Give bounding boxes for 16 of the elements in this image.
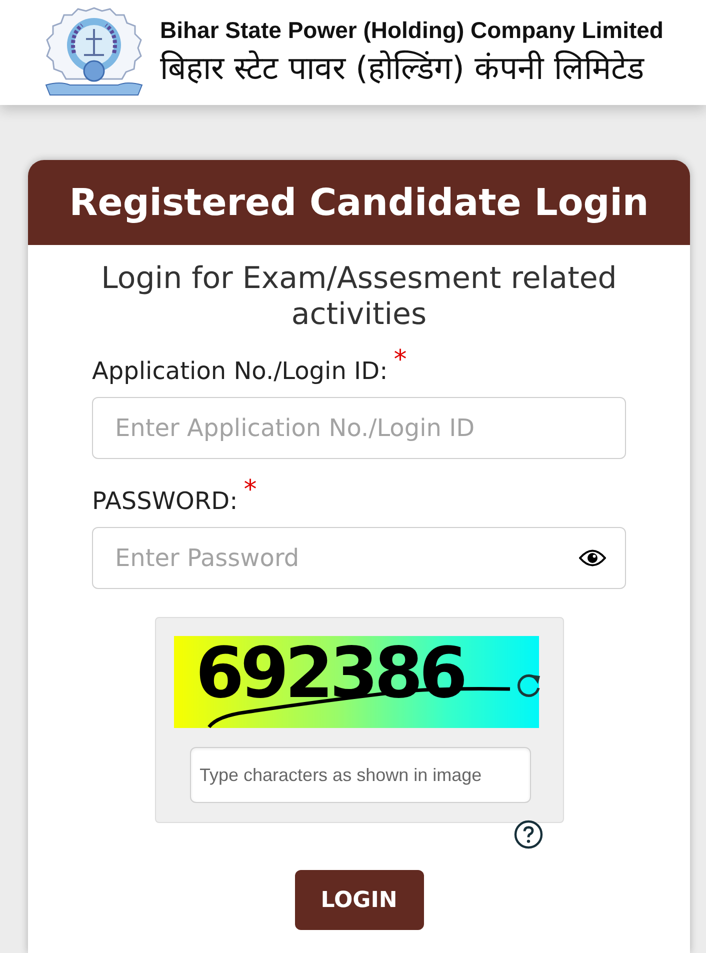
field-label: Application No./Login ID: (92, 356, 388, 387)
login-id-field[interactable]: Enter Application No./Login ID (92, 397, 626, 459)
subtitle: Login for Exam/Assesment related activities (100, 261, 618, 333)
login-button[interactable]: LOGIN (294, 870, 424, 930)
password-field[interactable]: Enter Password (92, 527, 626, 589)
eye-icon[interactable] (579, 550, 606, 566)
field-label: PASSWORD: (92, 486, 238, 517)
help-icon[interactable] (514, 820, 542, 849)
company-name: Bihar State Power (Holding) Company Limited (160, 18, 664, 43)
refresh-icon[interactable] (514, 673, 542, 699)
required-mark: * (244, 477, 257, 503)
captcha-code: 692386 (196, 638, 464, 708)
company-name-hindi: बिहार स्टेट पावर (होल्डिंग) कंपनी लिमिटेड (160, 48, 646, 88)
captcha-input[interactable]: Type characters as shown in image (190, 747, 530, 803)
required-mark: * (394, 347, 407, 373)
card-title: Registered Candidate Login (69, 180, 649, 226)
